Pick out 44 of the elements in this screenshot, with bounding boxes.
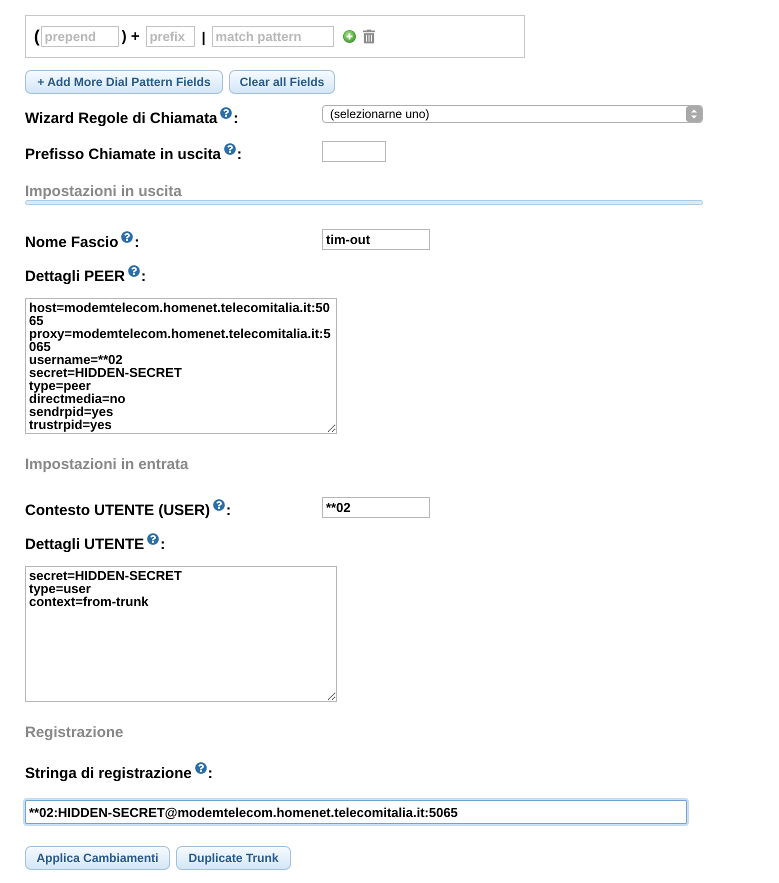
pattern-button[interactable]: + Add More Dial Pattern Fields	[25, 70, 223, 94]
text-input[interactable]: **02	[322, 497, 430, 518]
match-pattern-input[interactable]: match pattern	[212, 26, 334, 47]
help-icon[interactable]	[194, 762, 207, 774]
label-colon: :	[160, 536, 166, 554]
label-colon: :	[226, 502, 231, 520]
field-label: Wizard Regole di Chiamata	[25, 110, 218, 128]
help-icon[interactable]	[224, 143, 236, 155]
separator-text: |	[202, 28, 206, 46]
text-input[interactable]	[322, 141, 386, 162]
textarea-field[interactable]: secret=HIDDEN-SECRET type=user context=from-trunk	[25, 566, 337, 702]
section-heading: Impostazioni in entrata	[25, 457, 188, 473]
trash-icon[interactable]	[362, 29, 375, 44]
pattern-button[interactable]: Clear all Fields	[229, 70, 335, 94]
section-heading: Registrazione	[25, 725, 124, 741]
label-colon: :	[141, 268, 146, 286]
select-field[interactable]: (selezionarne uno)	[322, 105, 703, 123]
prepend-input[interactable]: prepend	[40, 26, 119, 47]
help-icon[interactable]	[128, 265, 140, 277]
help-icon[interactable]	[121, 231, 134, 243]
form-button[interactable]: Applica Cambiamenti	[25, 846, 170, 870]
form-button[interactable]: Duplicate Trunk	[176, 846, 291, 870]
field-label: Stringa di registrazione	[25, 765, 192, 783]
label-colon: :	[208, 765, 213, 783]
help-icon[interactable]	[213, 499, 225, 511]
help-icon[interactable]	[147, 533, 160, 545]
field-label: Dettagli UTENTE	[25, 536, 144, 554]
field-label: Prefisso Chiamate in uscita	[25, 146, 221, 164]
text-input[interactable]: **02:HIDDEN-SECRET@modemtelecom.homenet.telecomitalia.it:5065	[25, 800, 687, 824]
label-colon: :	[236, 146, 242, 164]
section-heading: Impostazioni in uscita	[25, 184, 182, 200]
textarea-field[interactable]: host=modemtelecom.homenet.telecomitalia.it:5065 proxy=modemtelecom.homenet.telecomitalia.it:5065 username=**02 secret=HIDDEN-SECRET type=peer directmedia=no sendrpid=yes trustrpid=yes	[25, 298, 337, 434]
label-colon: :	[233, 110, 238, 128]
field-label: Dettagli PEER	[25, 268, 126, 286]
updown-arrows-icon	[686, 106, 702, 122]
help-icon[interactable]	[220, 107, 232, 119]
label-colon: :	[134, 234, 140, 252]
add-icon[interactable]	[342, 30, 356, 43]
text-input[interactable]: tim-out	[322, 229, 430, 250]
field-label: Contesto UTENTE (USER)	[25, 502, 210, 520]
field-label: Nome Fascio	[25, 234, 118, 252]
close-paren-plus: ) +	[122, 26, 140, 46]
open-paren: (	[34, 26, 40, 46]
prefix-input[interactable]: prefix	[146, 26, 195, 47]
